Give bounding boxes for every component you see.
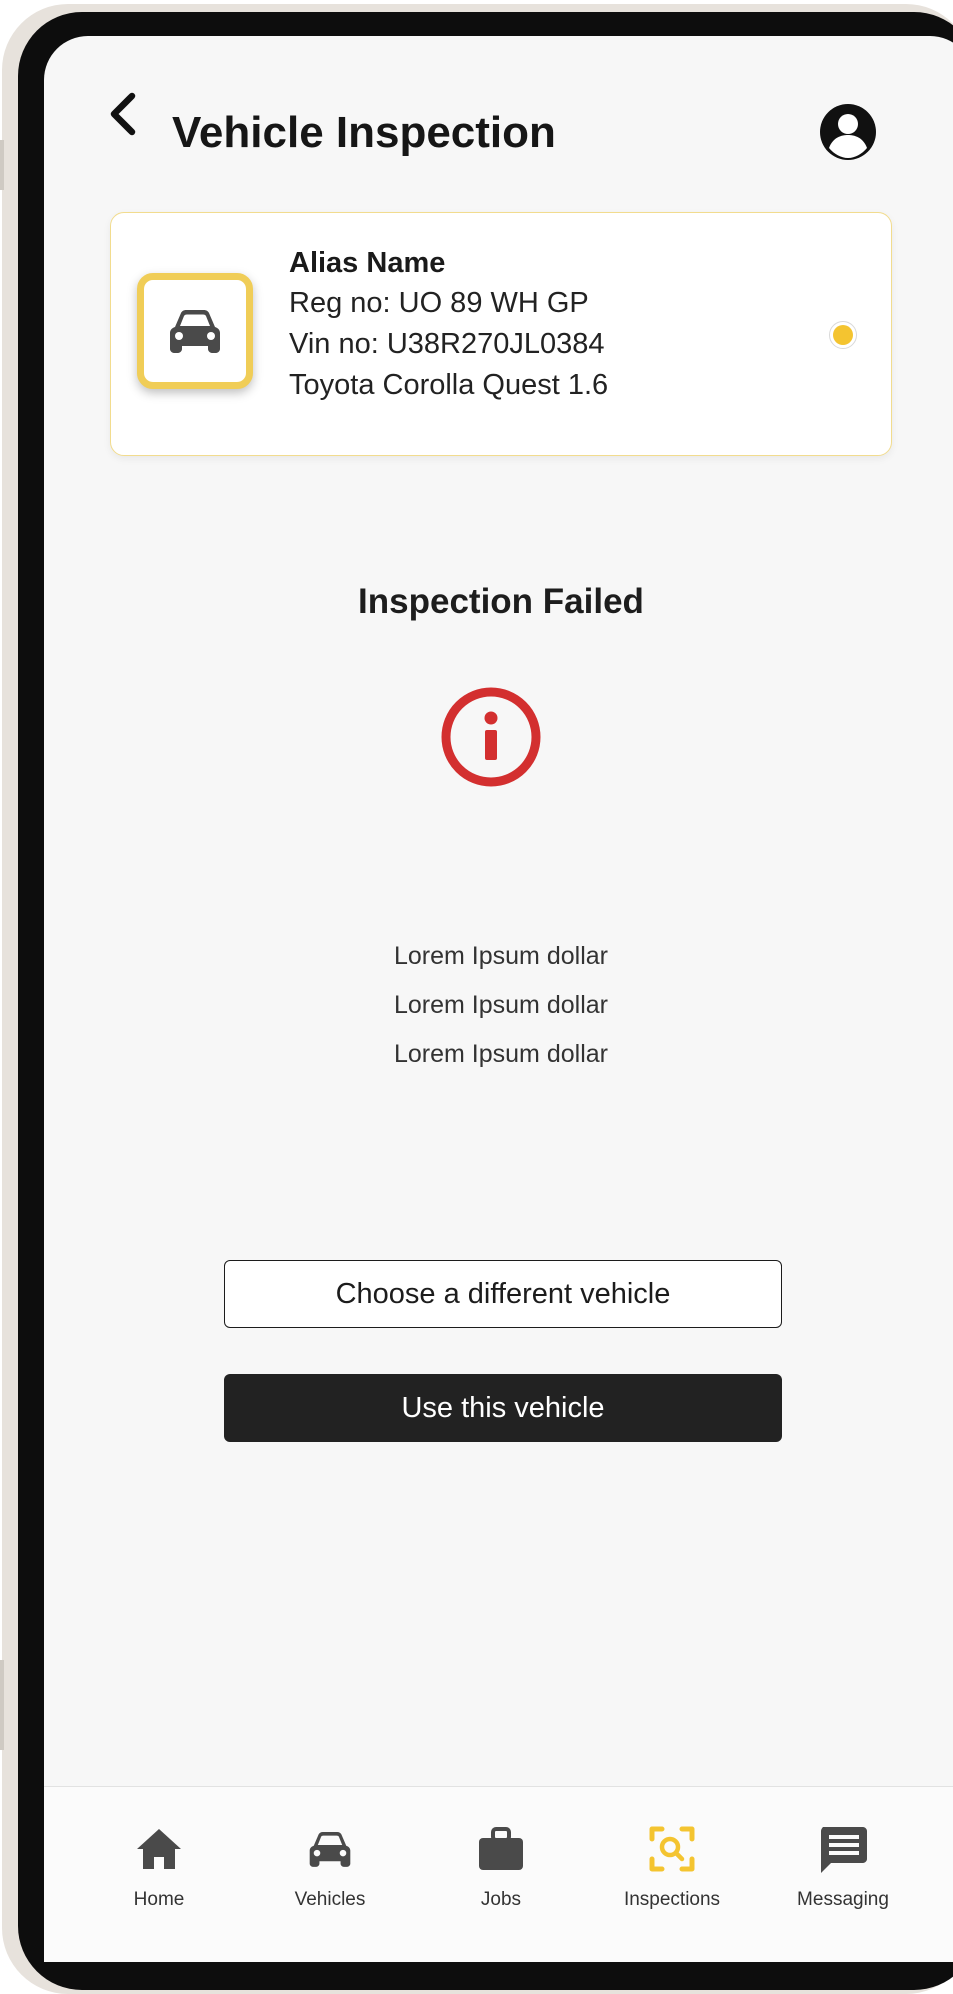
nav-item-home[interactable]: Home — [84, 1801, 234, 1951]
vehicle-details: Alias Name Reg no: UO 89 WH GP Vin no: U… — [289, 243, 608, 406]
vehicle-card[interactable]: Alias Name Reg no: UO 89 WH GP Vin no: U… — [110, 212, 892, 456]
use-this-vehicle-button[interactable]: Use this vehicle — [224, 1374, 782, 1442]
status-message-line: Lorem Ipsum dollar — [394, 991, 608, 1019]
home-icon — [137, 1829, 181, 1869]
side-button — [0, 140, 4, 190]
car-icon — [309, 1831, 351, 1867]
nav-label-jobs: Jobs — [480, 1889, 522, 1910]
bottom-nav: Home Vehicles Jobs Inspections Messaging — [44, 1786, 953, 1962]
side-button — [0, 1660, 4, 1750]
chevron-left-icon[interactable] — [96, 86, 152, 142]
vehicle-alias: Alias Name — [289, 247, 446, 279]
nav-label-vehicles: Vehicles — [294, 1889, 366, 1910]
vehicle-vin: Vin no: U38R270JL0384 — [289, 328, 605, 360]
nav-label-inspections: Inspections — [623, 1889, 721, 1910]
choose-different-vehicle-button[interactable]: Choose a different vehicle — [224, 1260, 782, 1328]
nav-item-messaging[interactable]: Messaging — [768, 1801, 918, 1951]
vehicle-thumbnail — [137, 273, 253, 389]
car-icon — [170, 310, 220, 353]
briefcase-icon — [479, 1827, 523, 1870]
user-circle-icon[interactable] — [818, 102, 878, 162]
message-icon — [821, 1827, 867, 1873]
vehicle-select-radio[interactable] — [829, 321, 857, 349]
nav-item-inspections[interactable]: Inspections — [597, 1801, 747, 1951]
nav-item-jobs[interactable]: Jobs — [426, 1801, 576, 1951]
error-info-icon — [441, 687, 541, 787]
page-title: Vehicle Inspection — [172, 108, 556, 157]
inspection-scan-icon — [649, 1826, 695, 1872]
nav-label-home: Home — [133, 1889, 185, 1910]
status-title: Inspection Failed — [358, 582, 644, 621]
status-messages: Lorem Ipsum dollar Lorem Ipsum dollar Lo… — [110, 932, 892, 1079]
nav-item-vehicles[interactable]: Vehicles — [255, 1801, 405, 1951]
status-message-line: Lorem Ipsum dollar — [394, 1040, 608, 1068]
status-message-line: Lorem Ipsum dollar — [394, 942, 608, 970]
vehicle-model: Toyota Corolla Quest 1.6 — [289, 369, 609, 401]
nav-label-messaging: Messaging — [797, 1889, 889, 1910]
radio-selected-dot — [833, 325, 853, 345]
vehicle-reg: Reg no: UO 89 WH GP — [289, 287, 589, 319]
